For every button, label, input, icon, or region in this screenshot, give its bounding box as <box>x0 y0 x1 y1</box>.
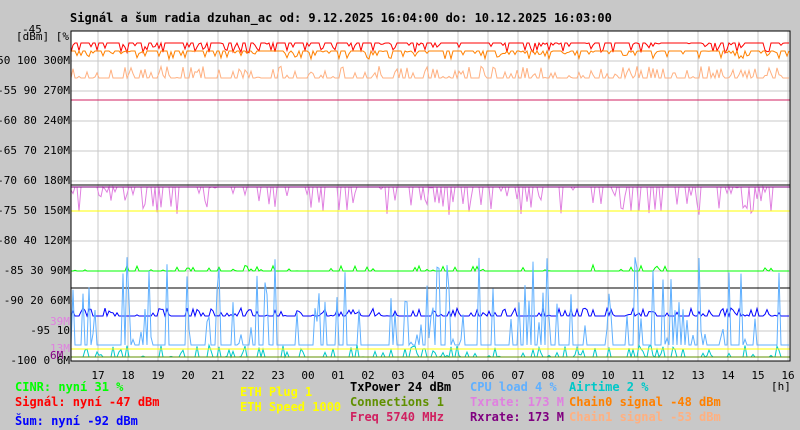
legend-txrate: Txrate: 173 M <box>470 395 564 409</box>
legend-eth-speed: ETH Speed 1000 <box>240 400 342 414</box>
legend-noise: Šum: nyní -92 dBm <box>15 414 138 428</box>
legend-rxrate: Rxrate: 173 M <box>470 410 564 424</box>
right-label-39m: 39M <box>50 315 70 328</box>
legend-connections: Connections 1 <box>350 395 444 409</box>
legend-chain0: Chain0 signal -48 dBm <box>569 395 721 409</box>
legend-freq: Freq 5740 MHz <box>350 410 444 424</box>
legend-cpu: CPU load 4 % <box>470 380 557 394</box>
right-label-6m: 6M <box>50 349 64 362</box>
legend-cinr: CINR: nyní 31 % <box>15 380 124 394</box>
plot-background <box>71 31 790 361</box>
plot-area <box>70 30 791 362</box>
legend-airtime: Airtime 2 % <box>569 380 649 394</box>
legend-txpower: TxPower 24 dBm <box>350 380 452 394</box>
legend-eth-plug: ETH Plug 1 <box>240 385 313 399</box>
legend-signal: Signál: nyní -47 dBm <box>15 395 160 409</box>
legend-chain1: Chain1 signal -53 dBm <box>569 410 721 424</box>
